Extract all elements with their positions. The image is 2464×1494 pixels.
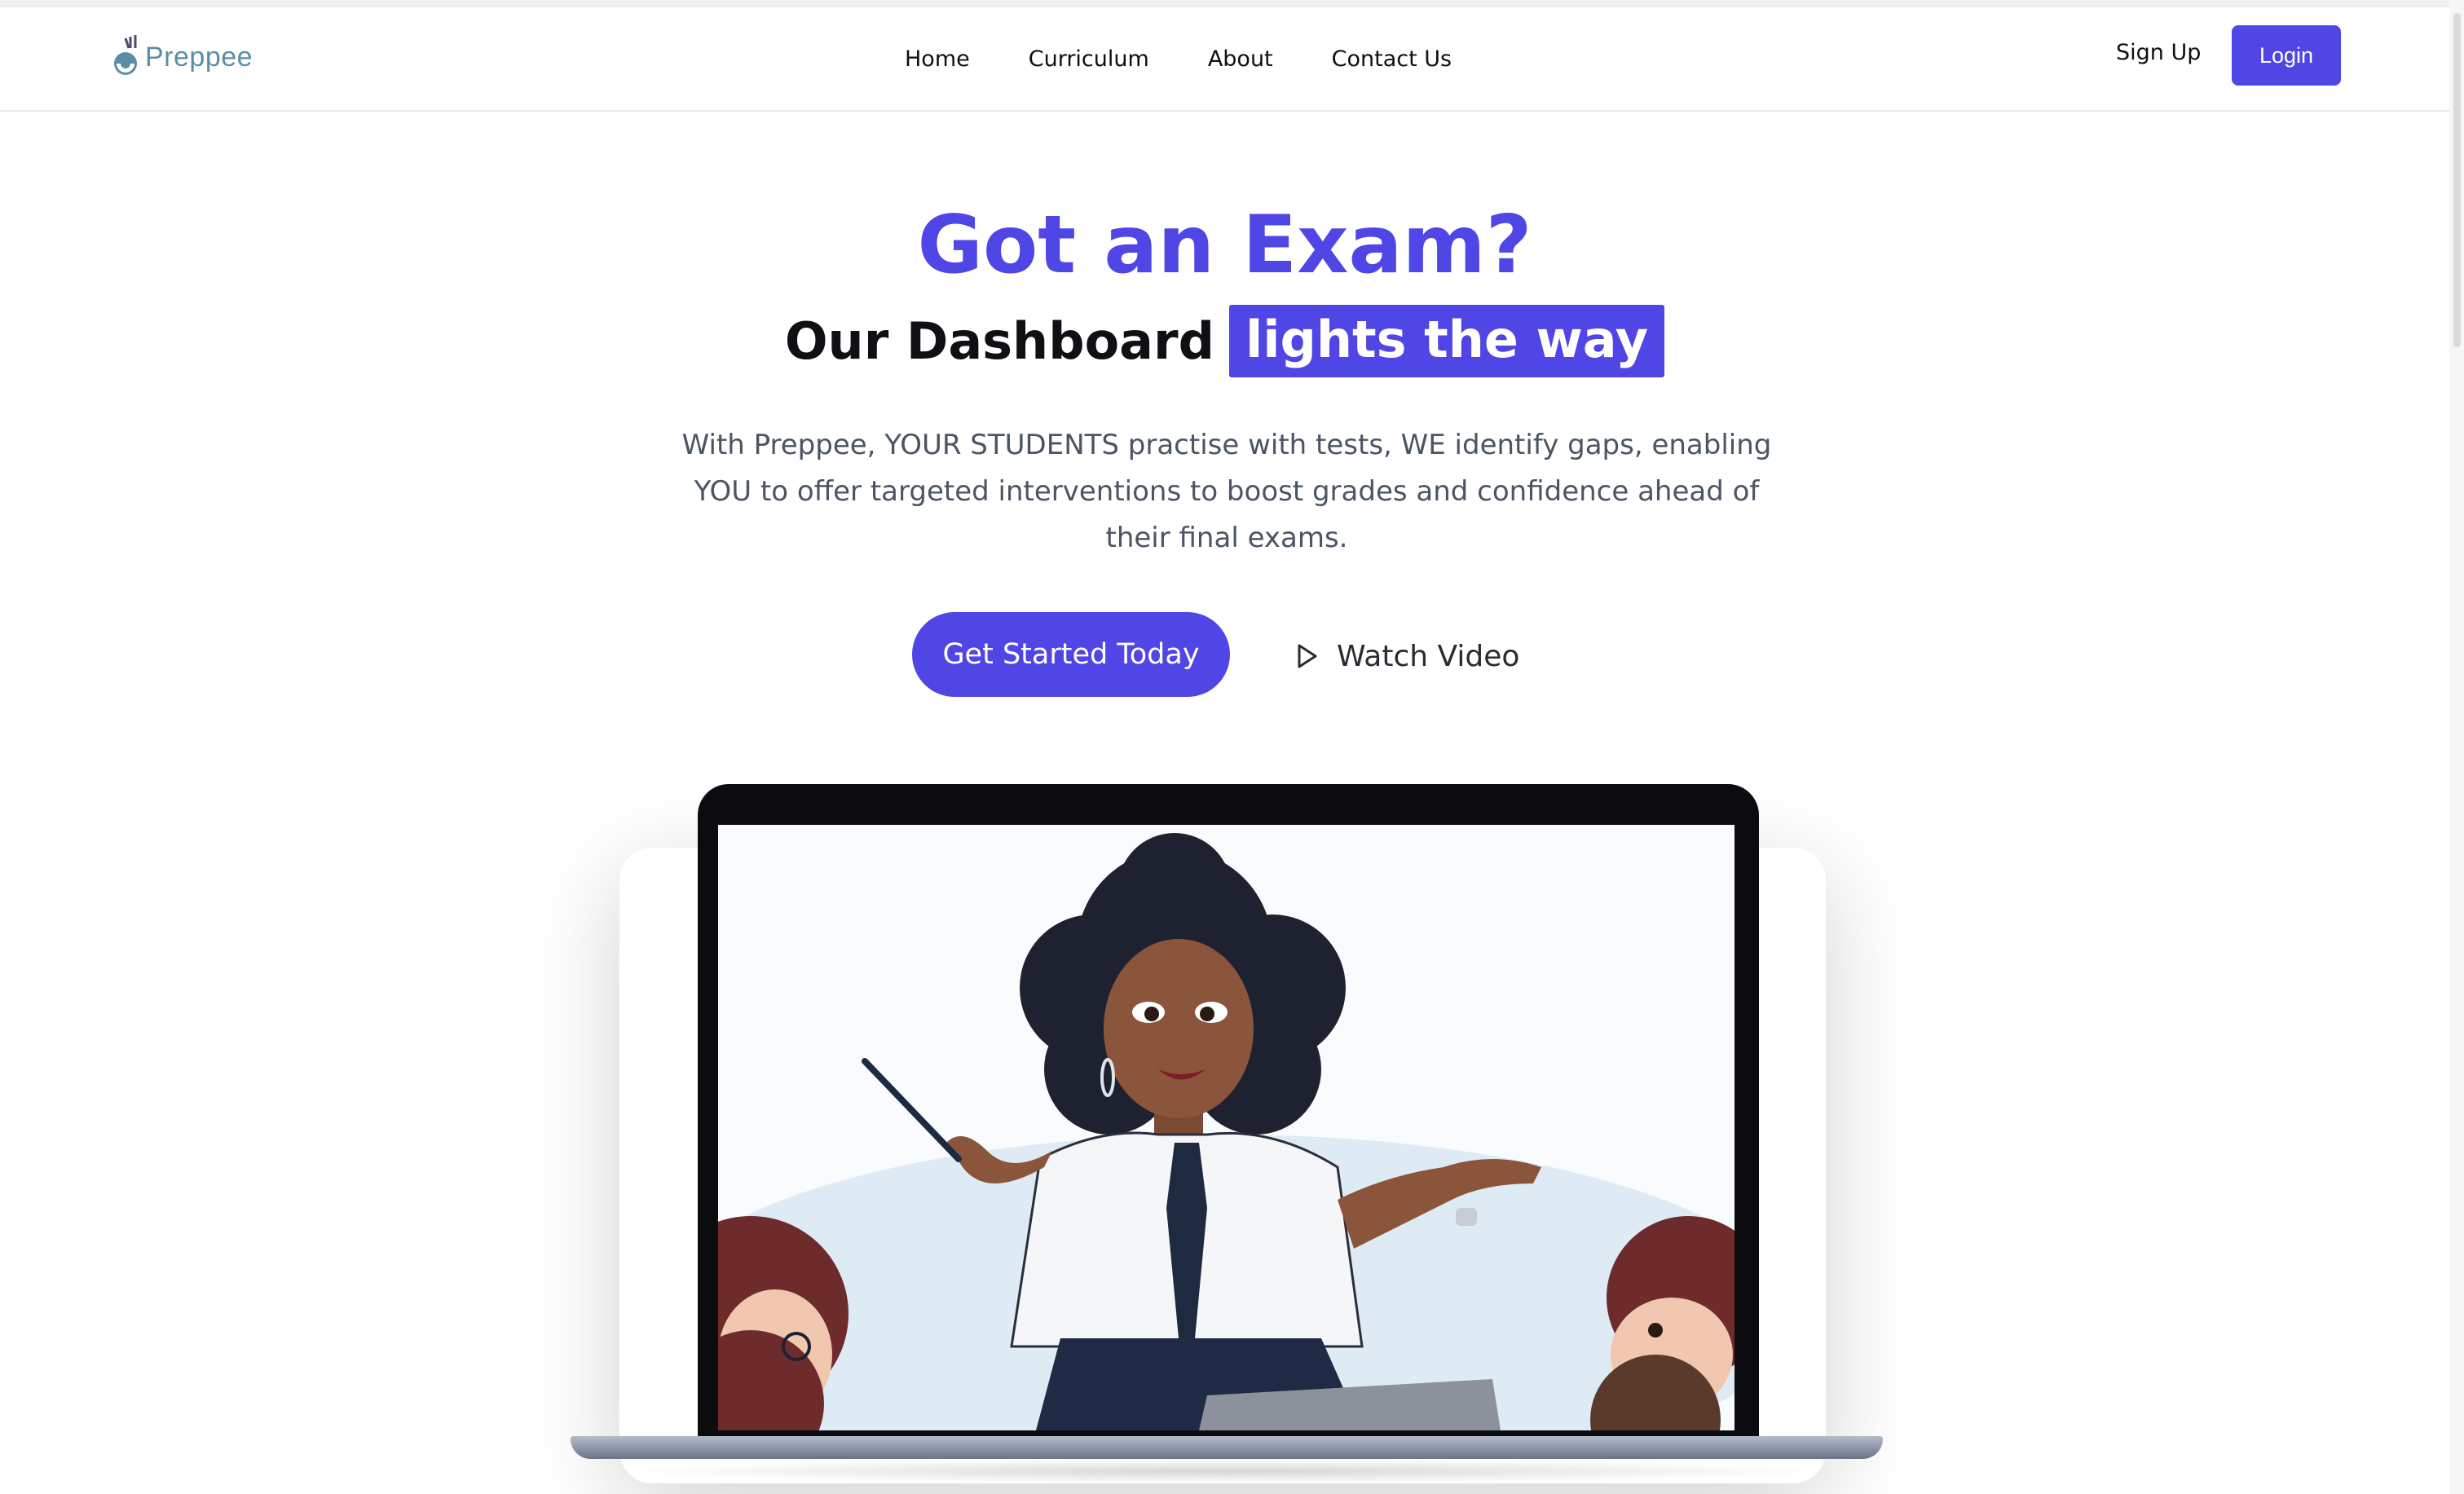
hero-subtitle-prefix: Our Dashboard bbox=[784, 311, 1214, 371]
play-icon bbox=[1298, 644, 1317, 668]
scrollbar[interactable] bbox=[2449, 0, 2464, 1494]
sign-up-link[interactable]: Sign Up bbox=[2116, 40, 2201, 65]
hero-subtitle: Our Dashboard lights the way bbox=[0, 305, 2449, 377]
laptop-screen bbox=[718, 825, 1734, 1430]
top-navbar: Preppee Home Curriculum About Contact Us… bbox=[0, 7, 2449, 112]
hero-subtitle-highlight: lights the way bbox=[1228, 305, 1665, 377]
hero-description: With Preppee, YOUR STUDENTS practise wit… bbox=[681, 429, 1772, 554]
pen bbox=[862, 1058, 962, 1162]
logo-text: Preppee bbox=[145, 42, 253, 73]
teacher-illustration bbox=[718, 833, 1734, 1430]
nav-curriculum-link[interactable]: Curriculum bbox=[1029, 46, 1149, 72]
hero-title: Got an Exam? bbox=[917, 199, 1532, 292]
teacher-face bbox=[1104, 939, 1254, 1118]
scrollbar-thumb[interactable] bbox=[2453, 13, 2461, 347]
main-nav: Home Curriculum About Contact Us bbox=[905, 7, 1452, 110]
browser-top-strip bbox=[0, 0, 2464, 7]
laptop-base bbox=[571, 1436, 1883, 1459]
nav-contact-link[interactable]: Contact Us bbox=[1332, 46, 1452, 72]
watch-video-label: Watch Video bbox=[1337, 639, 1520, 673]
get-started-button[interactable]: Get Started Today bbox=[912, 612, 1230, 697]
watch-video-button[interactable]: Watch Video bbox=[1296, 636, 1519, 676]
laptop-base-shadow bbox=[619, 1459, 1834, 1483]
nav-home-link[interactable]: Home bbox=[905, 46, 970, 72]
login-button[interactable]: Login bbox=[2232, 25, 2341, 86]
preppee-logo[interactable]: Preppee bbox=[109, 27, 256, 84]
nav-about-link[interactable]: About bbox=[1208, 46, 1273, 72]
